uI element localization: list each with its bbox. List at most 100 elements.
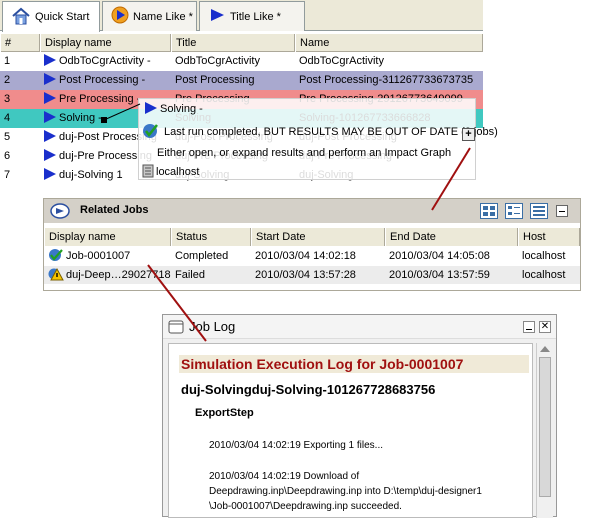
tab-label: Name Like * — [133, 10, 193, 23]
tooltip-hint: Either open, or expand results and perfo… — [157, 147, 452, 159]
activity-tooltip: Solving - Last run completed, BUT RESULT… — [138, 98, 498, 181]
log-line: \Job-0001007\Deepdrawing.inp succeeded. — [209, 501, 402, 512]
cell-title: Post Processing — [175, 74, 255, 86]
play-icon — [44, 149, 56, 161]
table-row[interactable]: duj-Deep…29027718 Failed 2010/03/04 13:57:… — [44, 266, 580, 284]
related-jobs-header: Display name Status Start Date End Date … — [44, 228, 580, 246]
tab-label: Quick Start — [35, 11, 90, 23]
cell-display-name: OdbToCgrActivity - — [40, 52, 171, 71]
cell-num: 4 — [4, 112, 11, 124]
column-header-end-date[interactable]: End Date — [385, 228, 518, 246]
log-line: 2010/03/04 14:02:19 Download of — [209, 471, 360, 482]
scroll-up-arrow-icon[interactable] — [540, 346, 550, 352]
play-icon — [44, 73, 56, 85]
tab-name-like[interactable]: Name Like * — [102, 1, 197, 31]
log-step: ExportStep — [195, 407, 254, 419]
table-row[interactable]: Job-0001007 Completed 2010/03/04 14:02:18 2… — [44, 247, 580, 265]
table-row[interactable]: 1 OdbToCgrActivity - OdbToCgrActivity OdbTo… — [0, 52, 483, 71]
tab-label: Title Like * — [230, 10, 281, 23]
job-log-window: Job Log ✕ Simulation Execution Log for J… — [162, 314, 557, 518]
play-icon — [44, 111, 56, 123]
play-circle-icon — [111, 6, 129, 27]
cell-num: 2 — [4, 74, 11, 86]
related-jobs-titlebar: Related Jobs — [44, 199, 580, 223]
column-header-display-name[interactable]: Display name — [40, 34, 171, 52]
job-log-title: Job Log — [189, 319, 236, 334]
cell-text: Solving - — [59, 112, 102, 124]
cell-start: 2010/03/04 13:57:28 — [255, 269, 356, 281]
close-button[interactable]: ✕ — [539, 321, 551, 333]
cell-num: 5 — [4, 131, 11, 143]
column-header-number[interactable]: # — [0, 34, 40, 52]
cell-end: 2010/03/04 13:57:59 — [389, 269, 490, 281]
minimize-icon — [559, 211, 565, 212]
cell-status: Failed — [175, 269, 205, 281]
cell-text: duj-Deep…29027718 — [66, 269, 171, 281]
cell-num: 6 — [4, 150, 11, 162]
tooltip-title: Solving - — [160, 103, 203, 115]
column-header-host[interactable]: Host — [518, 228, 580, 246]
column-header-title[interactable]: Title — [171, 34, 295, 52]
related-jobs-title: Related Jobs — [80, 204, 149, 216]
view-details-button[interactable] — [505, 203, 523, 219]
cell-text: Post Processing - — [59, 74, 146, 86]
expand-button[interactable]: + — [462, 128, 475, 141]
close-icon: ✕ — [540, 321, 550, 332]
play-icon — [145, 102, 157, 114]
log-line: 2010/03/04 14:02:19 Exporting 1 files... — [209, 440, 384, 451]
tab-quick-start[interactable]: Quick Start — [2, 1, 100, 32]
column-header-status[interactable]: Status — [171, 228, 251, 246]
house-icon — [11, 7, 31, 28]
cell-text: duj-Solving 1 — [59, 169, 123, 181]
job-log-content: Simulation Execution Log for Job-0001007… — [168, 343, 533, 518]
warning-status-icon — [48, 267, 64, 284]
scrollbar-thumb[interactable] — [539, 357, 551, 497]
tooltip-host-line: localhost — [142, 164, 199, 181]
cell-text: Job-0001007 — [66, 250, 131, 262]
view-large-icons-button[interactable] — [480, 203, 498, 219]
cell-end: 2010/03/04 14:05:08 — [389, 250, 490, 262]
cell-num: 3 — [4, 93, 11, 105]
play-icon — [44, 92, 56, 104]
cell-num: 7 — [4, 169, 11, 181]
tab-title-like[interactable]: Title Like * — [199, 1, 305, 31]
log-subheading: duj-Solvingduj-Solving-101267728683756 — [181, 382, 436, 397]
cell-text: Pre Processing - — [59, 93, 141, 105]
cell-host: localhost — [522, 250, 566, 262]
column-header-start-date[interactable]: Start Date — [251, 228, 385, 246]
log-line: Deepdrawing.inp\Deepdrawing.inp into D:\… — [209, 486, 482, 497]
play-icon — [44, 168, 56, 180]
vertical-scrollbar[interactable] — [536, 343, 553, 518]
cell-display-name: Job-0001007 — [44, 247, 171, 265]
play-icon — [44, 54, 56, 66]
tooltip-status-line: Last run completed, BUT RESULTS MAY BE O… — [142, 123, 498, 142]
table-header: # Display name Title Name — [0, 34, 483, 52]
related-jobs-icon — [49, 202, 71, 223]
column-header-display-name[interactable]: Display name — [44, 228, 171, 246]
table-row[interactable]: 2 Post Processing - Post Processing Post Pr… — [0, 71, 483, 90]
cell-host: localhost — [522, 269, 566, 281]
play-icon — [44, 130, 56, 142]
window-icon — [168, 320, 184, 337]
view-list-button[interactable] — [530, 203, 548, 219]
cell-text: OdbToCgrActivity - — [59, 55, 151, 67]
check-status-icon — [142, 123, 160, 142]
column-header-name[interactable]: Name — [295, 34, 483, 52]
cell-status: Completed — [175, 250, 229, 262]
cell-display-name: Post Processing - — [40, 71, 171, 90]
minimize-button[interactable] — [556, 205, 568, 217]
tooltip-title-line: Solving - — [145, 102, 203, 115]
cell-name: OdbToCgrActivity — [299, 55, 384, 67]
tooltip-host: localhost — [156, 166, 200, 178]
server-icon — [142, 164, 154, 181]
check-status-icon — [48, 248, 64, 265]
log-heading: Simulation Execution Log for Job-0001007 — [181, 356, 464, 372]
related-jobs-panel: Related Jobs Display name Status Start D… — [43, 198, 581, 291]
tooltip-status: Last run completed, BUT RESULTS MAY BE O… — [164, 126, 498, 138]
play-icon — [208, 7, 226, 26]
job-log-titlebar: Job Log ✕ — [163, 315, 556, 339]
cell-display-name: duj-Deep…29027718 — [44, 266, 171, 284]
minimize-button[interactable] — [523, 321, 535, 333]
cell-start: 2010/03/04 14:02:18 — [255, 250, 356, 262]
tab-bar: Quick Start Name Like * Title Like * — [0, 0, 483, 32]
